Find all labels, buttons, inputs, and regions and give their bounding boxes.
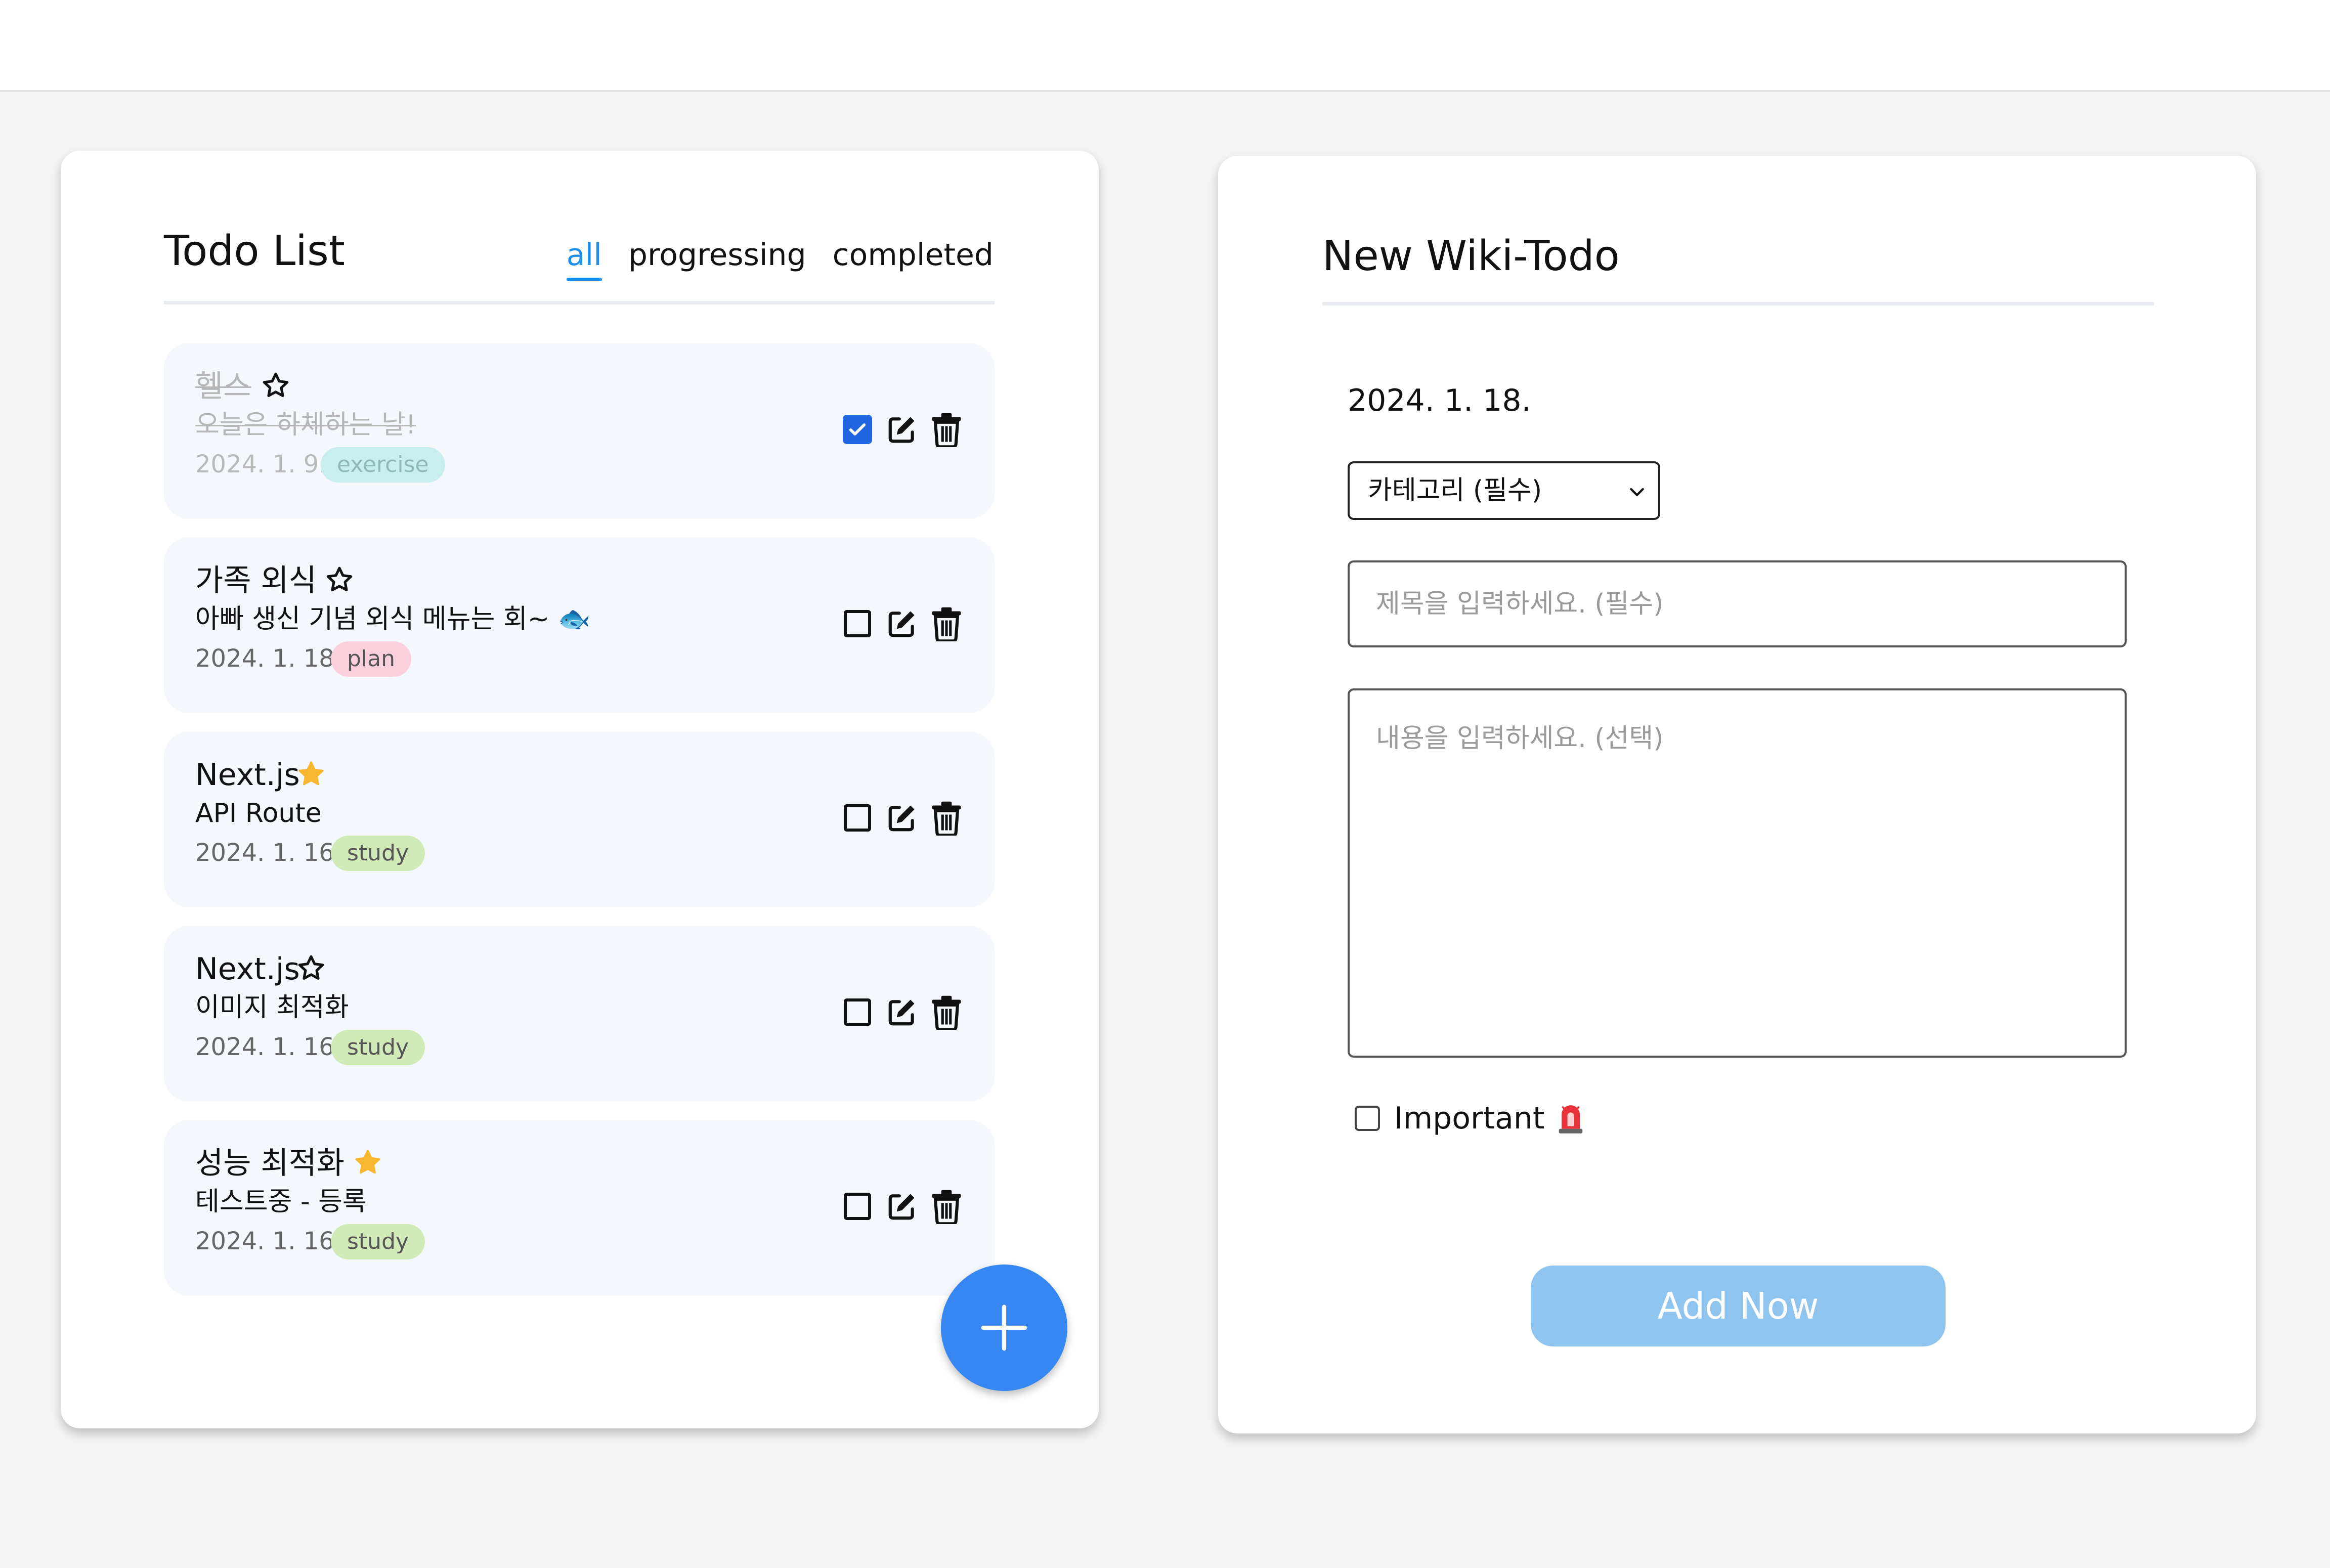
delete-button[interactable] <box>931 799 962 837</box>
edit-button[interactable] <box>886 799 918 837</box>
todo-item: Next.js API Route 2024. 1. 16. study <box>164 731 995 907</box>
star-outline-icon[interactable] <box>295 953 327 984</box>
star-outline-icon[interactable] <box>324 564 355 596</box>
tab-progressing[interactable]: progressing <box>628 240 806 270</box>
edit-icon <box>888 999 915 1026</box>
todo-item: 성능 최적화 테스트중 - 등록 2024. 1. 16. study <box>164 1120 995 1296</box>
todo-description: 테스트중 - 등록 <box>195 1187 367 1217</box>
todo-list-panel: Todo List all progressing completed 헬스 오… <box>61 151 1099 1428</box>
form-date: 2024. 1. 18. <box>1348 383 1531 418</box>
todo-actions <box>842 605 962 642</box>
plus-icon <box>981 1304 1027 1351</box>
todo-item: 헬스 오늘은 하체하는 날! 2024. 1. 9. exercise <box>164 343 995 519</box>
important-label: Important <box>1394 1101 1545 1136</box>
check-icon <box>843 415 872 444</box>
category-select-value: 카테고리 (필수) <box>1368 475 1542 506</box>
todo-title: 헬스 <box>195 369 251 404</box>
todo-title: 가족 외식 <box>195 563 317 598</box>
edit-icon <box>888 1194 915 1220</box>
checkbox-empty-icon <box>844 1193 871 1220</box>
add-now-button[interactable]: Add Now <box>1531 1266 1946 1346</box>
checkbox-empty-icon <box>844 610 871 637</box>
checkbox-empty-icon <box>844 998 871 1026</box>
edit-icon <box>888 805 915 832</box>
trash-icon <box>932 607 961 641</box>
category-select[interactable]: 카테고리 (필수) <box>1348 461 1660 520</box>
todo-actions <box>842 993 962 1031</box>
category-tag: exercise <box>321 447 445 483</box>
todo-date: 2024. 1. 16. <box>195 1227 342 1255</box>
title-input-placeholder: 제목을 입력하세요. (필수) <box>1376 589 1664 619</box>
complete-checkbox[interactable] <box>842 993 873 1031</box>
todo-item: Next.js 이미지 최적화 2024. 1. 16. study <box>164 926 995 1102</box>
new-todo-panel: New Wiki-Todo 2024. 1. 18. 카테고리 (필수) 제목을… <box>1218 156 2256 1433</box>
category-tag: study <box>331 1030 425 1065</box>
complete-checkbox[interactable] <box>842 799 873 837</box>
trash-icon <box>932 413 961 447</box>
complete-checkbox[interactable] <box>842 1188 873 1225</box>
todo-title: Next.js <box>195 951 300 987</box>
important-checkbox[interactable] <box>1355 1106 1380 1131</box>
todo-date: 2024. 1. 9. <box>195 450 327 478</box>
edit-button[interactable] <box>886 605 918 642</box>
add-todo-fab[interactable] <box>941 1265 1067 1391</box>
todo-title: 성능 최적화 <box>195 1146 345 1181</box>
list-divider <box>164 301 995 304</box>
trash-icon <box>932 801 961 836</box>
category-tag: study <box>331 1224 425 1259</box>
star-filled-icon[interactable] <box>352 1147 383 1179</box>
todo-actions <box>842 799 962 837</box>
todo-date: 2024. 1. 16. <box>195 1033 342 1061</box>
chevron-down-icon <box>1630 488 1644 496</box>
star-outline-icon[interactable] <box>260 370 291 402</box>
todo-date: 2024. 1. 18. <box>195 644 342 673</box>
complete-checkbox[interactable] <box>842 605 873 642</box>
edit-button[interactable] <box>886 993 918 1031</box>
trash-icon <box>932 995 961 1030</box>
complete-checkbox[interactable] <box>842 411 873 448</box>
edit-button[interactable] <box>886 1188 918 1225</box>
delete-button[interactable] <box>931 993 962 1031</box>
checkbox-empty-icon <box>844 804 871 832</box>
content-textarea-placeholder: 내용을 입력하세요. (선택) <box>1376 723 1664 754</box>
delete-button[interactable] <box>931 605 962 642</box>
todo-list: 헬스 오늘은 하체하는 날! 2024. 1. 9. exercise 가족 외… <box>164 343 995 1314</box>
todo-description: 오늘은 하체하는 날! <box>195 410 416 440</box>
todo-description: API Route <box>195 798 322 829</box>
edit-icon <box>888 417 915 443</box>
trash-icon <box>932 1190 961 1224</box>
delete-button[interactable] <box>931 1188 962 1225</box>
siren-icon <box>1559 1105 1583 1134</box>
todo-actions <box>842 411 962 448</box>
tab-completed[interactable]: completed <box>833 240 994 270</box>
todo-description: 이미지 최적화 <box>195 992 349 1023</box>
form-title: New Wiki-Todo <box>1322 232 1620 280</box>
category-tag: plan <box>331 641 412 677</box>
filter-tabs: all progressing completed <box>566 240 994 281</box>
form-divider <box>1322 302 2154 306</box>
todo-actions <box>842 1188 962 1225</box>
delete-button[interactable] <box>931 411 962 448</box>
todo-description: 아빠 생신 기념 외식 메뉴는 회~ 🐟 <box>195 604 591 634</box>
todo-date: 2024. 1. 16. <box>195 839 342 867</box>
title-input[interactable]: 제목을 입력하세요. (필수) <box>1348 560 2127 647</box>
important-toggle[interactable]: Important <box>1355 1103 1584 1134</box>
tab-all[interactable]: all <box>566 240 602 281</box>
todo-title: Next.js <box>195 757 300 793</box>
top-bar <box>0 0 2330 92</box>
star-filled-icon[interactable] <box>295 759 327 790</box>
category-tag: study <box>331 836 425 871</box>
todo-list-title: Todo List <box>164 227 345 275</box>
edit-button[interactable] <box>886 411 918 448</box>
todo-item: 가족 외식 아빠 생신 기념 외식 메뉴는 회~ 🐟 2024. 1. 18. … <box>164 537 995 713</box>
content-textarea[interactable]: 내용을 입력하세요. (선택) <box>1348 688 2127 1058</box>
edit-icon <box>888 611 915 637</box>
